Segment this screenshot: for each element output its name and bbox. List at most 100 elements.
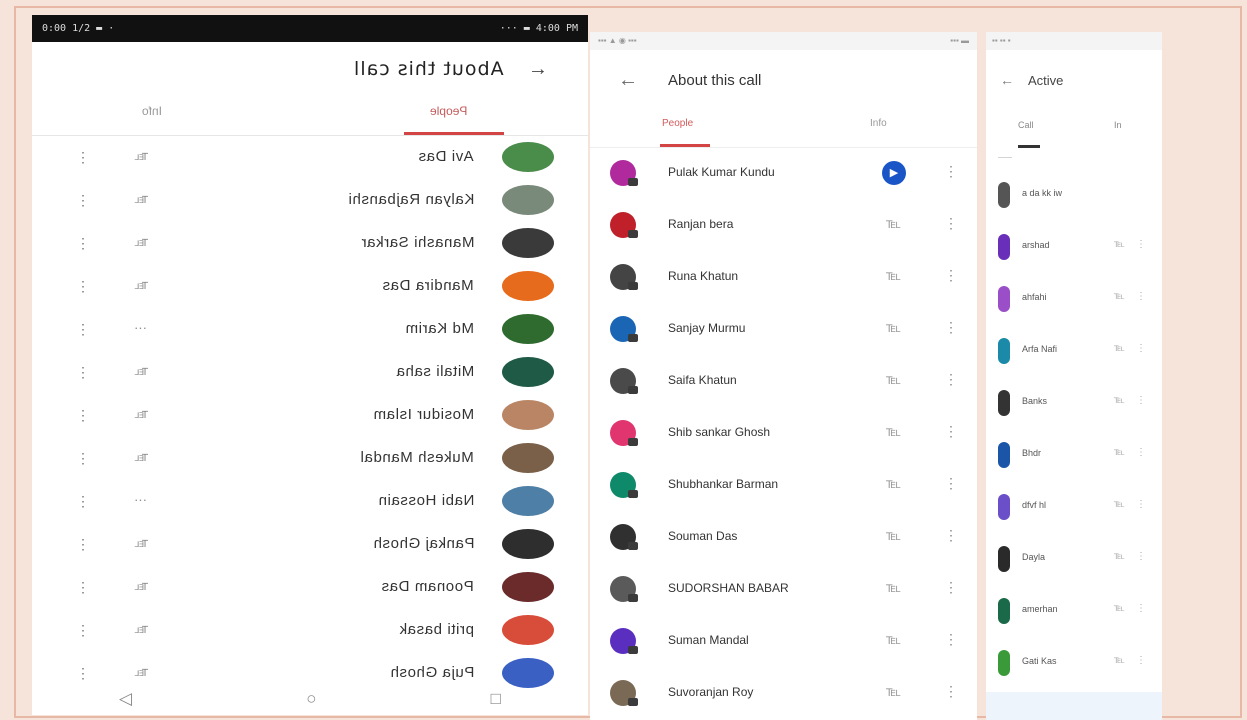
more-icon[interactable]: ⋮ bbox=[76, 364, 90, 381]
call-icon[interactable]: ℡ bbox=[1114, 291, 1125, 302]
video-icon[interactable]: ▶ bbox=[882, 161, 906, 185]
more-icon[interactable]: ⋮ bbox=[76, 450, 90, 467]
more-icon[interactable]: ⋮ bbox=[1136, 603, 1146, 614]
call-icon[interactable]: ℡ bbox=[134, 148, 148, 164]
more-icon[interactable]: ⋮ bbox=[1136, 655, 1146, 666]
more-icon[interactable]: ⋮ bbox=[944, 267, 958, 284]
back-nav-icon[interactable]: ◁ bbox=[119, 689, 132, 709]
call-icon[interactable]: ℡ bbox=[134, 234, 148, 250]
call-icon[interactable]: ℡ bbox=[134, 578, 148, 594]
list-item[interactable]: ⋮ ℡ Pankaj Ghosh bbox=[32, 523, 588, 566]
call-icon[interactable]: ℡ bbox=[886, 267, 901, 284]
tab-info[interactable]: Info bbox=[870, 118, 887, 129]
list-item[interactable]: ahfahi ℡ ⋮ bbox=[986, 272, 1162, 324]
call-icon[interactable]: ··· bbox=[134, 320, 147, 335]
list-item[interactable]: ⋮ ··· Md Karim bbox=[32, 308, 588, 351]
call-icon[interactable]: ℡ bbox=[134, 535, 148, 551]
call-icon[interactable]: ℡ bbox=[886, 215, 901, 232]
call-icon[interactable]: ℡ bbox=[134, 191, 148, 207]
list-item[interactable]: Shib sankar Ghosh ℡ ⋮ bbox=[590, 408, 977, 460]
more-icon[interactable]: ⋮ bbox=[944, 475, 958, 492]
more-icon[interactable]: ⋮ bbox=[76, 235, 90, 252]
more-icon[interactable]: ⋮ bbox=[76, 149, 90, 166]
call-icon[interactable]: ℡ bbox=[134, 277, 148, 293]
list-item[interactable]: Saifa Khatun ℡ ⋮ bbox=[590, 356, 977, 408]
list-item[interactable]: ⋮ ℡ priti basak bbox=[32, 609, 588, 652]
list-item[interactable]: ⋮ ℡ Poonam Das bbox=[32, 566, 588, 609]
more-icon[interactable]: ⋮ bbox=[76, 536, 90, 553]
list-item[interactable]: a da kk iw bbox=[986, 168, 1162, 220]
list-item[interactable]: ⋮ ℡ Kalyan Rajbanshi bbox=[32, 179, 588, 222]
call-icon[interactable]: ℡ bbox=[134, 406, 148, 422]
tab-people[interactable]: People bbox=[430, 104, 467, 118]
more-icon[interactable]: ⋮ bbox=[76, 665, 90, 682]
home-nav-icon[interactable]: ○ bbox=[306, 689, 316, 709]
call-icon[interactable]: ··· bbox=[134, 492, 147, 507]
call-icon[interactable]: ℡ bbox=[886, 683, 901, 700]
more-icon[interactable]: ⋮ bbox=[944, 215, 958, 232]
call-icon[interactable]: ℡ bbox=[886, 423, 901, 440]
call-icon[interactable]: ℡ bbox=[1114, 343, 1125, 354]
list-item[interactable]: Dayla ℡ ⋮ bbox=[986, 532, 1162, 584]
tab-people[interactable]: People bbox=[662, 118, 693, 129]
call-icon[interactable]: ℡ bbox=[886, 579, 901, 596]
more-icon[interactable]: ⋮ bbox=[944, 579, 958, 596]
arrow-back-icon[interactable]: ← bbox=[1000, 72, 1014, 88]
arrow-back-icon[interactable]: ← bbox=[528, 58, 548, 81]
more-icon[interactable]: ⋮ bbox=[76, 278, 90, 295]
call-icon[interactable]: ℡ bbox=[1114, 447, 1125, 458]
list-item[interactable]: Suman Mandal ℡ ⋮ bbox=[590, 616, 977, 668]
call-icon[interactable]: ℡ bbox=[1114, 655, 1125, 666]
list-item[interactable]: ⋮ ℡ Manashi Sarkar bbox=[32, 222, 588, 265]
more-icon[interactable]: ⋮ bbox=[1136, 551, 1146, 562]
list-item[interactable]: Bhdr ℡ ⋮ bbox=[986, 428, 1162, 480]
list-item[interactable]: ⋮ ··· Nabi Hossain bbox=[32, 480, 588, 523]
tab-info[interactable]: Info bbox=[142, 104, 162, 118]
list-item[interactable]: Ranjan bera ℡ ⋮ bbox=[590, 200, 977, 252]
call-icon[interactable]: ℡ bbox=[134, 664, 148, 680]
list-item[interactable]: amerhan ℡ ⋮ bbox=[986, 584, 1162, 636]
more-icon[interactable]: ⋮ bbox=[76, 579, 90, 596]
list-item[interactable]: ⋮ ℡ Mukesh Mandal bbox=[32, 437, 588, 480]
more-icon[interactable]: ⋮ bbox=[76, 493, 90, 510]
list-item[interactable]: Sanjay Murmu ℡ ⋮ bbox=[590, 304, 977, 356]
call-icon[interactable]: ℡ bbox=[886, 319, 901, 336]
more-icon[interactable]: ⋮ bbox=[944, 163, 958, 180]
arrow-back-icon[interactable]: ← bbox=[618, 69, 638, 92]
more-icon[interactable]: ⋮ bbox=[76, 407, 90, 424]
call-icon[interactable]: ℡ bbox=[886, 475, 901, 492]
list-item[interactable]: SUDORSHAN BABAR ℡ ⋮ bbox=[590, 564, 977, 616]
tab-in[interactable]: In bbox=[1114, 120, 1122, 130]
call-icon[interactable]: ℡ bbox=[886, 371, 901, 388]
list-item[interactable]: Runa Khatun ℡ ⋮ bbox=[590, 252, 977, 304]
tab-call[interactable]: Call bbox=[1018, 120, 1034, 130]
call-icon[interactable]: ℡ bbox=[134, 621, 148, 637]
list-item[interactable]: Banks ℡ ⋮ bbox=[986, 376, 1162, 428]
call-icon[interactable]: ℡ bbox=[134, 449, 148, 465]
list-item[interactable]: ⋮ ℡ Avi Das bbox=[32, 136, 588, 179]
more-icon[interactable]: ⋮ bbox=[76, 192, 90, 209]
list-item[interactable]: Arfa Nafi ℡ ⋮ bbox=[986, 324, 1162, 376]
more-icon[interactable]: ⋮ bbox=[944, 371, 958, 388]
more-icon[interactable]: ⋮ bbox=[944, 683, 958, 700]
more-icon[interactable]: ⋮ bbox=[944, 631, 958, 648]
more-icon[interactable]: ⋮ bbox=[944, 319, 958, 336]
call-icon[interactable]: ℡ bbox=[1114, 603, 1125, 614]
list-item[interactable]: Souman Das ℡ ⋮ bbox=[590, 512, 977, 564]
more-icon[interactable]: ⋮ bbox=[1136, 499, 1146, 510]
call-icon[interactable]: ℡ bbox=[1114, 551, 1125, 562]
call-icon[interactable]: ℡ bbox=[886, 631, 901, 648]
list-item[interactable]: ⋮ ℡ Mitali saha bbox=[32, 351, 588, 394]
list-item[interactable]: Suvoranjan Roy ℡ ⋮ bbox=[590, 668, 977, 720]
more-icon[interactable]: ⋮ bbox=[1136, 395, 1146, 406]
list-item[interactable]: ⋮ ℡ Mandira Das bbox=[32, 265, 588, 308]
list-item[interactable]: dfvf hl ℡ ⋮ bbox=[986, 480, 1162, 532]
more-icon[interactable]: ⋮ bbox=[1136, 343, 1146, 354]
recents-nav-icon[interactable]: □ bbox=[491, 689, 501, 709]
more-icon[interactable]: ⋮ bbox=[1136, 447, 1146, 458]
call-icon[interactable]: ℡ bbox=[1114, 499, 1125, 510]
list-item[interactable]: Pulak Kumar Kundu ▶ ⋮ bbox=[590, 148, 977, 200]
more-icon[interactable]: ⋮ bbox=[944, 527, 958, 544]
call-icon[interactable]: ℡ bbox=[1114, 239, 1125, 250]
call-icon[interactable]: ℡ bbox=[886, 527, 901, 544]
